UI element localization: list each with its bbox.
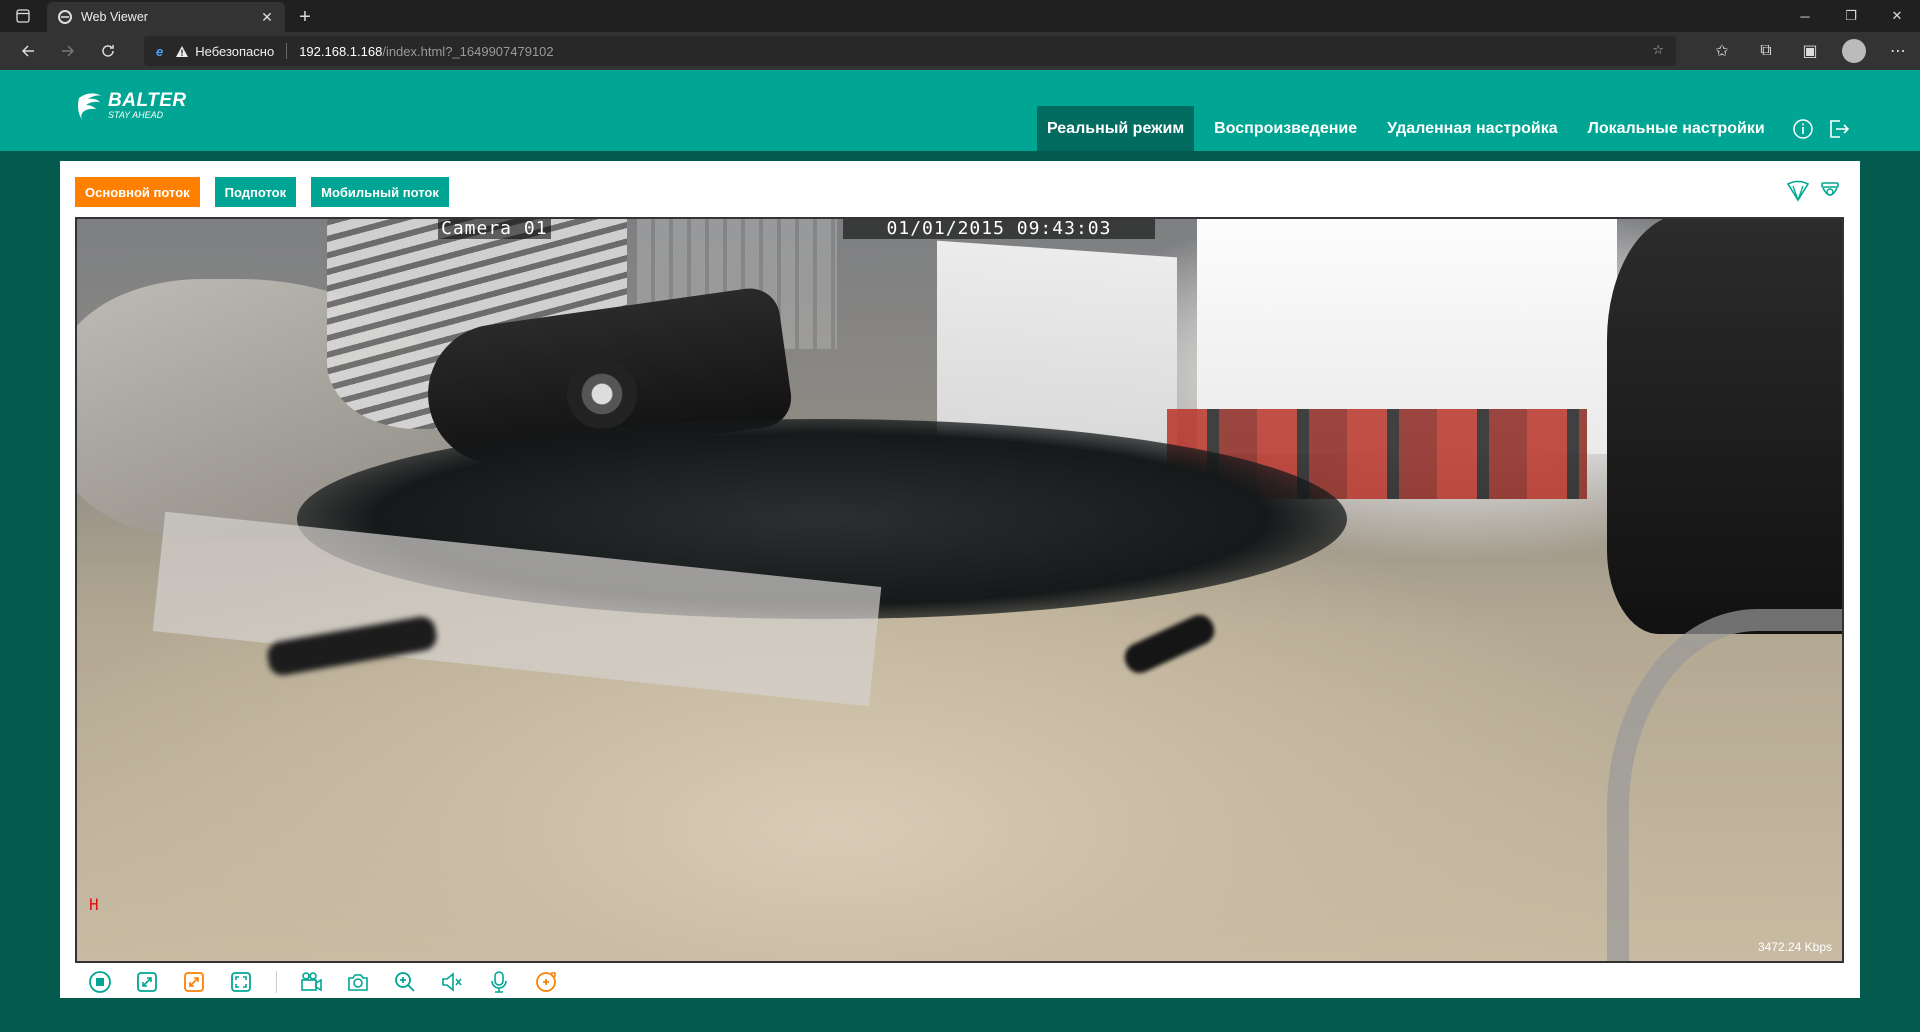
balter-logo: BALTER STAY AHEAD (76, 88, 187, 122)
ptz-icon[interactable] (534, 970, 558, 994)
dome-camera-icon[interactable] (1818, 179, 1842, 203)
browser-tab[interactable]: Web Viewer ✕ (47, 2, 285, 32)
stream-selector: Основной поток Подпоток Мобильный поток (75, 177, 449, 207)
cable-shape (1607, 609, 1842, 961)
profile-avatar[interactable] (1842, 39, 1866, 63)
fullscreen-icon[interactable] (229, 970, 253, 994)
main-stream-button[interactable]: Основной поток (75, 177, 200, 207)
minimize-icon[interactable]: ─ (1782, 0, 1828, 32)
security-label: Небезопасно (195, 43, 275, 59)
tab-title: Web Viewer (81, 10, 148, 24)
video-toolbar (88, 967, 581, 997)
tab-actions-icon (16, 9, 30, 23)
logo-text: BALTER STAY AHEAD (108, 91, 187, 120)
browser-toolbar-right: ✩ ⧉ ▣ ⋯ (1700, 32, 1920, 70)
expand-icon[interactable] (182, 970, 206, 994)
record-icon[interactable] (299, 970, 323, 994)
forward-button[interactable] (48, 35, 88, 67)
fisheye-mode-icon[interactable] (1786, 179, 1810, 203)
window-controls: ─ ❐ ✕ (1782, 0, 1920, 32)
menu-playback[interactable]: Воспроизведение (1204, 106, 1367, 151)
balter-logo-mark-icon (78, 93, 102, 120)
back-button[interactable] (8, 35, 48, 67)
logout-icon[interactable] (1826, 116, 1852, 142)
extensions-icon[interactable]: ▣ (1788, 35, 1832, 67)
web-viewer-app: BALTER STAY AHEAD Реальный режим Воспрои… (0, 70, 1920, 1032)
restore-icon[interactable]: ❐ (1828, 0, 1874, 32)
menu-remote-settings[interactable]: Удаленная настройка (1377, 106, 1567, 151)
camera-name-osd: Camera 01 (438, 219, 551, 239)
menu-local-settings[interactable]: Локальные настройки (1578, 106, 1775, 151)
mute-icon[interactable] (440, 970, 464, 994)
timestamp-osd: 01/01/2015 09:43:03 (843, 219, 1155, 239)
close-window-icon[interactable]: ✕ (1874, 0, 1920, 32)
add-favorite-icon[interactable]: ☆ (1652, 42, 1664, 58)
screw-right-shape (1120, 610, 1219, 678)
browser-nav-bar: e Небезопасно 192.168.1.168/index.html?_… (0, 32, 1920, 70)
zoom-icon[interactable] (393, 970, 417, 994)
new-tab-button[interactable]: + (292, 4, 318, 30)
url-path: /index.html?_1649907479102 (382, 43, 554, 59)
more-menu-icon[interactable]: ⋯ (1876, 35, 1920, 67)
ie-mode-icon[interactable]: e (156, 44, 163, 59)
video-stream[interactable]: Camera 01 01/01/2015 09:43:03 H 3472.24 … (75, 217, 1844, 963)
stop-icon[interactable] (88, 970, 112, 994)
info-icon[interactable] (1790, 116, 1816, 142)
mobile-stream-button[interactable]: Мобильный поток (311, 177, 449, 207)
menu-live-view[interactable]: Реальный режим (1037, 106, 1195, 151)
browser-tab-bar (0, 0, 1920, 32)
warning-icon (176, 45, 189, 57)
microphone-icon[interactable] (487, 970, 511, 994)
header-icons (1790, 116, 1852, 142)
app-header: BALTER STAY AHEAD Реальный режим Воспрои… (0, 70, 1920, 151)
logo-tagline: STAY AHEAD (108, 109, 164, 120)
refresh-icon (102, 45, 114, 57)
stream-marker: H (89, 895, 99, 914)
collections-icon[interactable]: ⧉ (1744, 35, 1788, 67)
shrink-icon[interactable] (135, 970, 159, 994)
tab-close-icon[interactable]: ✕ (259, 9, 275, 25)
address-bar[interactable]: e Небезопасно 192.168.1.168/index.html?_… (144, 36, 1676, 66)
edge-favicon-icon (57, 9, 73, 25)
security-indicator[interactable]: Небезопасно (175, 44, 274, 59)
refresh-button[interactable] (88, 35, 128, 67)
main-menu: Реальный режим Воспроизведение Удаленная… (1037, 106, 1785, 151)
live-view-panel: Основной поток Подпоток Мобильный поток (60, 161, 1860, 998)
bitrate-label: 3472.24 Kbps (1757, 940, 1832, 954)
back-arrow-icon (21, 45, 34, 57)
url-host: 192.168.1.168 (299, 43, 383, 59)
logo-name: BALTER (108, 89, 187, 111)
forward-arrow-icon (62, 45, 75, 57)
toolbar-divider (276, 971, 277, 993)
tab-actions-button[interactable] (0, 0, 46, 32)
right-dark-shape (1607, 219, 1842, 634)
sub-stream-button[interactable]: Подпоток (214, 177, 297, 207)
panel-icons (1786, 179, 1842, 203)
favorites-icon[interactable]: ✩ (1700, 35, 1744, 67)
address-separator (286, 43, 288, 59)
camera-lens-shape (567, 359, 637, 429)
snapshot-icon[interactable] (346, 970, 370, 994)
